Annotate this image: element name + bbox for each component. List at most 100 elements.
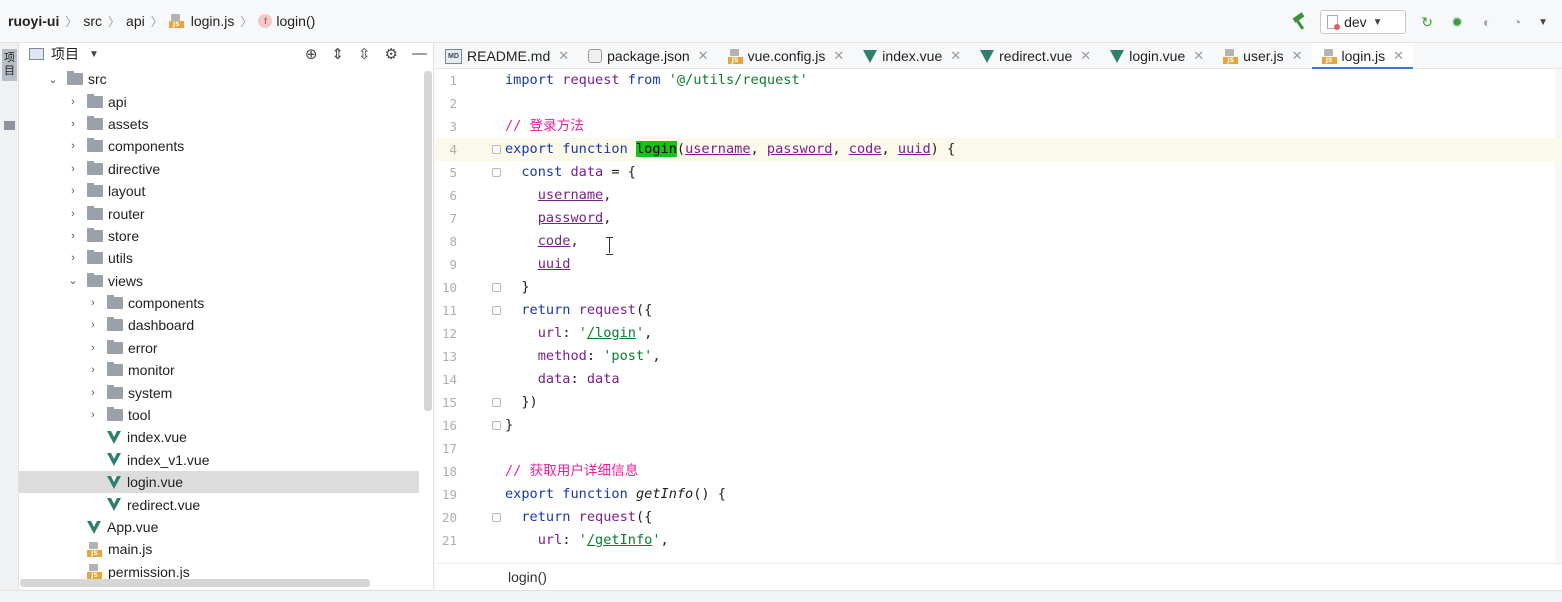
chevron-right-icon[interactable]: › xyxy=(67,185,79,197)
fold-marker-icon[interactable] xyxy=(492,168,501,177)
close-icon[interactable]: ✕ xyxy=(698,48,709,64)
chevron-right-icon[interactable]: › xyxy=(87,297,99,309)
chevron-right-icon[interactable]: › xyxy=(87,409,99,421)
tree-item-tool[interactable]: › tool xyxy=(19,404,419,426)
close-icon[interactable]: ✕ xyxy=(558,48,569,64)
chevron-down-icon[interactable]: ▼ xyxy=(1538,17,1548,28)
gear-icon[interactable]: ⚙ xyxy=(385,45,398,63)
code-line[interactable]: 4 export function login(username, passwor… xyxy=(435,138,1562,161)
tab-package-json[interactable]: package.json ✕ xyxy=(578,43,717,69)
chevron-right-icon[interactable]: › xyxy=(67,118,79,130)
chevron-right-icon[interactable]: › xyxy=(67,163,79,175)
collapse-all-icon[interactable]: ⇳ xyxy=(358,45,371,63)
close-icon[interactable]: ✕ xyxy=(950,48,961,64)
fold-marker-icon[interactable] xyxy=(492,145,501,154)
breadcrumb-project[interactable]: ruoyi-ui xyxy=(8,13,59,29)
code-line[interactable]: 17 xyxy=(435,437,1562,460)
fold-marker-icon[interactable] xyxy=(492,283,501,292)
tree-item-error[interactable]: › error xyxy=(19,337,419,359)
tree-item-redirect-vue[interactable]: redirect.vue xyxy=(19,493,419,515)
breadcrumb-src[interactable]: src xyxy=(83,13,102,29)
tree-item-utils[interactable]: › utils xyxy=(19,247,419,269)
close-icon[interactable]: ✕ xyxy=(1292,48,1303,64)
code-line[interactable]: 1 import request from '@/utils/request' xyxy=(435,69,1562,92)
tab-user-js[interactable]: user.js ✕ xyxy=(1213,43,1311,69)
tree-item-assets[interactable]: › assets xyxy=(19,113,419,135)
tree-item-dashboard[interactable]: › dashboard xyxy=(19,314,419,336)
chevron-down-icon[interactable]: ▼ xyxy=(89,49,99,60)
chevron-right-icon[interactable]: › xyxy=(67,252,79,264)
tree-item-monitor[interactable]: › monitor xyxy=(19,359,419,381)
code-line[interactable]: 7 password, xyxy=(435,207,1562,230)
code-line[interactable]: 18 // 获取用户详细信息 xyxy=(435,460,1562,483)
tree-item-directive[interactable]: › directive xyxy=(19,158,419,180)
tab-vue-config-js[interactable]: vue.config.js ✕ xyxy=(718,43,854,69)
code-line[interactable]: 16} xyxy=(435,414,1562,437)
code-editor[interactable]: 1 import request from '@/utils/request' 2 3… xyxy=(435,69,1562,563)
chevron-right-icon[interactable]: › xyxy=(87,364,99,376)
tree-item-components[interactable]: › components xyxy=(19,135,419,157)
fold-marker-icon[interactable] xyxy=(492,398,501,407)
chevron-right-icon[interactable]: › xyxy=(67,96,79,108)
project-tool-tab[interactable]: 项目 xyxy=(2,49,17,81)
code-line[interactable]: 9 uuid xyxy=(435,253,1562,276)
run-config-select[interactable]: dev ▼ xyxy=(1320,10,1407,34)
tree-item-router[interactable]: › router xyxy=(19,202,419,224)
expand-all-icon[interactable]: ⇕ xyxy=(331,45,344,63)
chevron-right-icon[interactable]: › xyxy=(67,140,79,152)
code-line[interactable]: 20 return request({ xyxy=(435,506,1562,529)
chevron-right-icon[interactable]: › xyxy=(67,208,79,220)
project-scrollbar-horizontal[interactable] xyxy=(20,579,370,587)
editor-breadcrumb-status[interactable]: login() xyxy=(435,563,1562,590)
code-line[interactable]: 21 url: '/getInfo', xyxy=(435,529,1562,552)
profiler-icon[interactable]: ◔ xyxy=(1508,13,1526,31)
code-line[interactable]: 10 } xyxy=(435,276,1562,299)
tree-item-app-vue[interactable]: App.vue xyxy=(19,516,419,538)
chevron-down-icon[interactable]: ⌄ xyxy=(67,274,79,287)
close-icon[interactable]: ✕ xyxy=(1080,48,1091,64)
tree-item-src[interactable]: ⌄ src xyxy=(19,68,419,90)
code-line[interactable]: 2 xyxy=(435,92,1562,115)
tree-item-system[interactable]: › system xyxy=(19,381,419,403)
minimize-icon[interactable]: — xyxy=(412,45,427,63)
fold-marker-icon[interactable] xyxy=(492,306,501,315)
code-line[interactable]: 12 url: '/login', xyxy=(435,322,1562,345)
tree-item-layout[interactable]: › layout xyxy=(19,180,419,202)
tab-redirect-vue[interactable]: redirect.vue ✕ xyxy=(970,43,1100,69)
tab-login-js[interactable]: login.js ✕ xyxy=(1311,43,1414,70)
tree-item-api[interactable]: › api xyxy=(19,90,419,112)
chevron-right-icon[interactable]: › xyxy=(67,230,79,242)
code-line[interactable]: 13 method: 'post', xyxy=(435,345,1562,368)
tab-login-vue[interactable]: login.vue ✕ xyxy=(1100,43,1213,69)
fold-marker-icon[interactable] xyxy=(492,513,501,522)
tree-item-main-js[interactable]: main.js xyxy=(19,538,419,560)
chevron-right-icon[interactable]: › xyxy=(87,342,99,354)
tree-item-components[interactable]: › components xyxy=(19,292,419,314)
chevron-right-icon[interactable]: › xyxy=(87,387,99,399)
chevron-right-icon[interactable]: › xyxy=(87,319,99,331)
close-icon[interactable]: ✕ xyxy=(1193,48,1204,64)
breadcrumb-api[interactable]: api xyxy=(126,13,145,29)
code-line[interactable]: 15 }) xyxy=(435,391,1562,414)
rerun-icon[interactable]: ↻ xyxy=(1418,13,1436,31)
tab-readme-md[interactable]: MD README.md ✕ xyxy=(435,43,578,69)
close-icon[interactable]: ✕ xyxy=(1393,48,1404,64)
folder-icon[interactable] xyxy=(4,121,15,130)
tree-item-views[interactable]: ⌄ views xyxy=(19,270,419,292)
close-icon[interactable]: ✕ xyxy=(833,48,844,64)
code-line[interactable]: 3 // 登录方法 xyxy=(435,115,1562,138)
chevron-down-icon[interactable]: ⌄ xyxy=(47,73,59,86)
coverage-icon[interactable]: ◐ xyxy=(1478,13,1496,31)
code-line[interactable]: 14 data: data xyxy=(435,368,1562,391)
project-panel-title[interactable]: 项目 xyxy=(51,44,79,64)
breadcrumb-file[interactable]: login.js xyxy=(191,13,235,29)
project-scrollbar-vertical[interactable] xyxy=(424,71,432,411)
breadcrumb-function[interactable]: login() xyxy=(276,13,315,29)
tree-item-index-vue[interactable]: index.vue xyxy=(19,426,419,448)
debug-bug-icon[interactable]: ✹ xyxy=(1448,13,1466,31)
locate-icon[interactable]: ⊕ xyxy=(305,45,318,63)
code-line[interactable]: 11 return request({ xyxy=(435,299,1562,322)
tree-item-store[interactable]: › store xyxy=(19,225,419,247)
code-line[interactable]: 19 export function getInfo() { xyxy=(435,483,1562,506)
code-line[interactable]: 5 const data = { xyxy=(435,161,1562,184)
